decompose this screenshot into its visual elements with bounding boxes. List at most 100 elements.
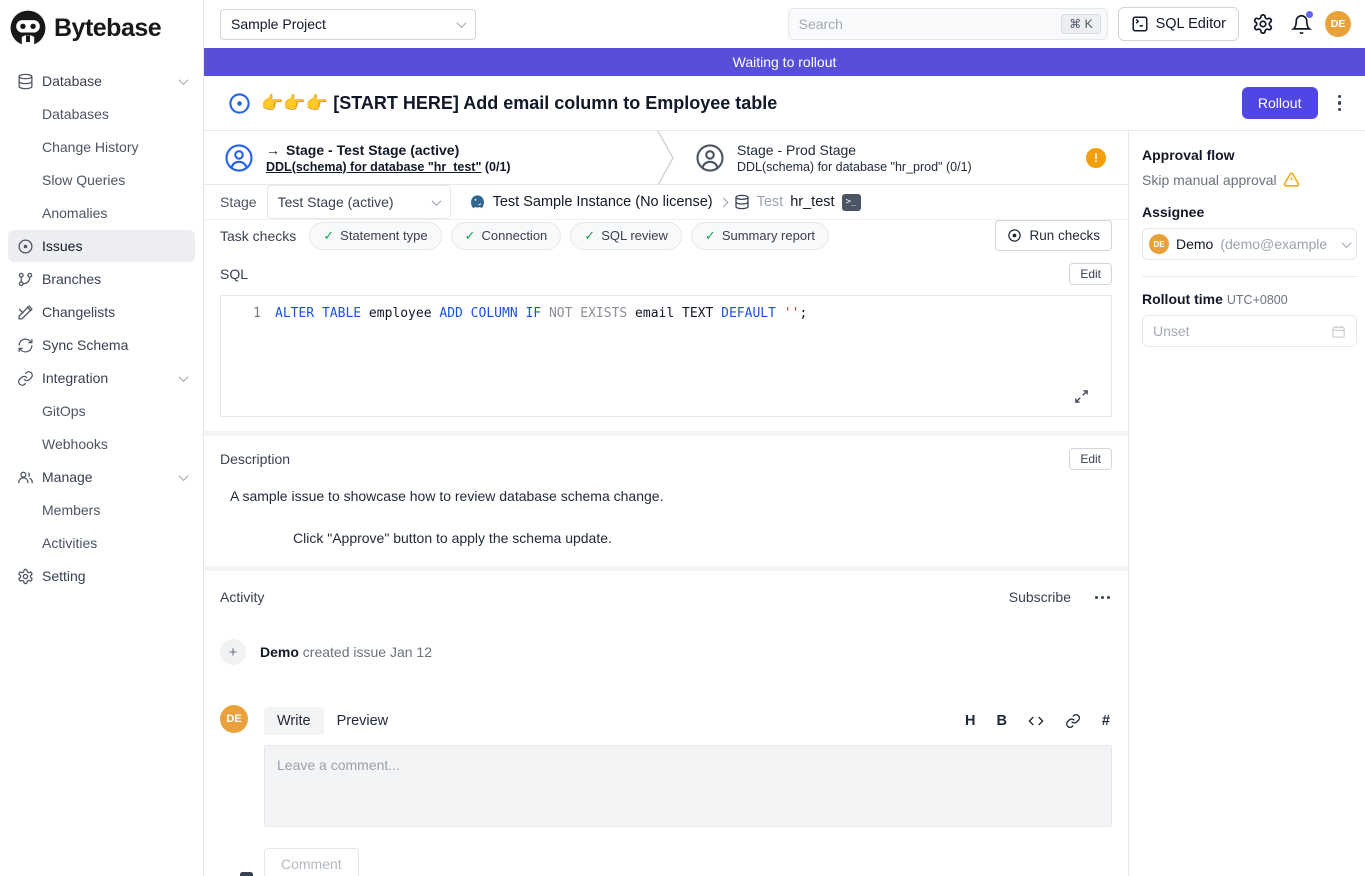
environment-name: Test <box>757 194 784 210</box>
sidebar-item-label: Database <box>42 73 102 89</box>
sidebar-item-manage[interactable]: Manage <box>8 461 195 493</box>
settings-gear-button[interactable] <box>1249 10 1277 38</box>
right-sidebar: Approval flow Skip manual approval Assig… <box>1128 131 1365 876</box>
database-name[interactable]: hr_test <box>790 194 834 210</box>
sidebar-item-integration[interactable]: Integration <box>8 362 195 394</box>
stage-task: DDL(schema) for database "hr_prod" <box>737 160 943 174</box>
activity-actor[interactable]: Demo <box>260 644 299 660</box>
stage-person-icon-active <box>224 143 254 173</box>
approval-flow-value: Skip manual approval <box>1142 172 1277 188</box>
check-statement-type[interactable]: ✓Statement type <box>309 222 441 250</box>
format-bold-button[interactable]: B <box>996 713 1006 729</box>
stage-warning-icon: ! <box>1086 148 1106 168</box>
user-avatar[interactable]: DE <box>1325 11 1351 37</box>
stage-select[interactable]: Test Stage (active) <box>267 185 451 219</box>
sql-section: SQL Edit 1 ALTER TABLE employee ADD COLU… <box>204 251 1128 431</box>
expand-editor-icon[interactable] <box>1074 389 1089 404</box>
description-edit-button[interactable]: Edit <box>1069 448 1112 470</box>
bytebase-logo-icon <box>10 10 46 46</box>
notifications-bell-button[interactable] <box>1287 10 1315 38</box>
rollout-time-input[interactable]: Unset <box>1142 315 1357 347</box>
search-input[interactable] <box>799 16 1062 32</box>
stage-separator <box>657 131 675 184</box>
stage-task-count: (0/1) <box>485 160 511 174</box>
stage-task-link[interactable]: DDL(schema) for database "hr_test" <box>266 160 481 174</box>
activity-action: created issue Jan 12 <box>303 644 432 660</box>
stage-select-row: Stage Test Stage (active) Test Sample In… <box>204 185 1128 220</box>
sidebar-item-slow-queries[interactable]: Slow Queries <box>8 164 195 196</box>
terminal-icon <box>1131 15 1149 33</box>
plus-icon: + <box>220 639 246 665</box>
sql-editor-button[interactable]: SQL Editor <box>1118 7 1239 41</box>
project-select[interactable]: Sample Project <box>220 9 476 40</box>
sidebar-item-changelists[interactable]: Changelists <box>8 296 195 328</box>
sidebar-item-branches[interactable]: Branches <box>8 263 195 295</box>
stage-task-count: (0/1) <box>946 160 972 174</box>
check-mark-icon: ✓ <box>705 228 716 244</box>
assignee-email: (demo@example <box>1220 236 1336 252</box>
sync-refresh-icon <box>16 336 34 354</box>
chevron-right-icon <box>718 197 728 207</box>
chevron-down-icon <box>1342 238 1352 248</box>
format-heading-button[interactable]: H <box>965 713 975 729</box>
issue-more-menu-button[interactable] <box>1328 89 1352 118</box>
sql-editor[interactable]: 1 ALTER TABLE employee ADD COLUMN IF NOT… <box>220 295 1112 417</box>
stage-name: Stage - Test Stage (active) <box>286 142 459 158</box>
sidebar-item-change-history[interactable]: Change History <box>8 131 195 163</box>
format-code-button[interactable] <box>1028 713 1044 729</box>
run-checks-target-icon <box>1007 228 1022 243</box>
changelist-pencil-icon <box>16 303 34 321</box>
sql-section-title: SQL <box>220 266 248 282</box>
sidebar-item-databases[interactable]: Databases <box>8 98 195 130</box>
app-window: Bytebase Database Databases Change Histo… <box>0 0 1365 876</box>
search-box[interactable]: ⌘ K <box>788 8 1108 40</box>
tab-preview[interactable]: Preview <box>324 707 402 735</box>
stage-card-prod[interactable]: Stage - Prod Stage DDL(schema) for datab… <box>675 131 1128 184</box>
sidebar-item-database[interactable]: Database <box>8 65 195 97</box>
assignee-name: Demo <box>1176 236 1213 252</box>
sidebar-item-issues[interactable]: Issues <box>8 230 195 262</box>
sidebar-item-gitops[interactable]: GitOps <box>8 395 195 427</box>
comment-input[interactable] <box>264 745 1112 827</box>
rollout-time-title: Rollout time <box>1142 291 1223 307</box>
stage-select-value: Test Stage (active) <box>278 194 394 210</box>
activity-title: Activity <box>220 589 264 605</box>
database-icon <box>16 72 34 90</box>
format-link-button[interactable] <box>1065 713 1081 729</box>
comment-submit-button[interactable]: Comment <box>264 848 359 876</box>
database-breadcrumb: Test Sample Instance (No license) Test h… <box>469 194 861 211</box>
check-connection[interactable]: ✓Connection <box>451 222 562 250</box>
gear-icon <box>16 567 34 585</box>
chevron-down-icon <box>179 75 189 85</box>
comment-composer: DE Write Preview H B <box>220 705 1112 876</box>
sidebar-item-activities[interactable]: Activities <box>8 527 195 559</box>
rollout-button[interactable]: Rollout <box>1242 87 1318 119</box>
activity-more-menu-button[interactable] <box>1093 590 1112 605</box>
sidebar-item-anomalies[interactable]: Anomalies <box>8 197 195 229</box>
check-summary-report[interactable]: ✓Summary report <box>691 222 829 250</box>
tab-write[interactable]: Write <box>264 707 324 735</box>
chevron-down-icon <box>179 471 189 481</box>
assignee-select[interactable]: DE Demo (demo@example <box>1142 228 1357 260</box>
brand-logo[interactable]: Bytebase <box>0 0 203 60</box>
sidebar-item-sync-schema[interactable]: Sync Schema <box>8 329 195 361</box>
comment-avatar: DE <box>220 705 248 733</box>
rollout-time-value: Unset <box>1153 323 1190 339</box>
activity-section: Activity Subscribe + Demo created issue … <box>204 571 1128 876</box>
stage-card-test[interactable]: →Stage - Test Stage (active) DDL(schema)… <box>204 131 657 184</box>
instance-name[interactable]: Test Sample Instance (No license) <box>493 194 713 210</box>
activity-entry: + Demo created issue Jan 12 <box>220 639 1112 665</box>
format-hash-button[interactable]: # <box>1102 713 1110 729</box>
check-sql-review[interactable]: ✓SQL review <box>570 222 682 250</box>
run-checks-button[interactable]: Run checks <box>995 220 1112 251</box>
chevron-down-icon <box>431 196 441 206</box>
users-icon <box>16 468 34 486</box>
task-checks-label: Task checks <box>220 228 296 244</box>
sidebar-item-webhooks[interactable]: Webhooks <box>8 428 195 460</box>
chevron-down-icon <box>179 372 189 382</box>
sidebar-item-setting[interactable]: Setting <box>8 560 195 592</box>
open-sql-editor-icon[interactable]: >_ <box>842 194 861 211</box>
subscribe-button[interactable]: Subscribe <box>1009 589 1071 605</box>
sidebar-item-members[interactable]: Members <box>8 494 195 526</box>
sql-edit-button[interactable]: Edit <box>1069 263 1112 285</box>
